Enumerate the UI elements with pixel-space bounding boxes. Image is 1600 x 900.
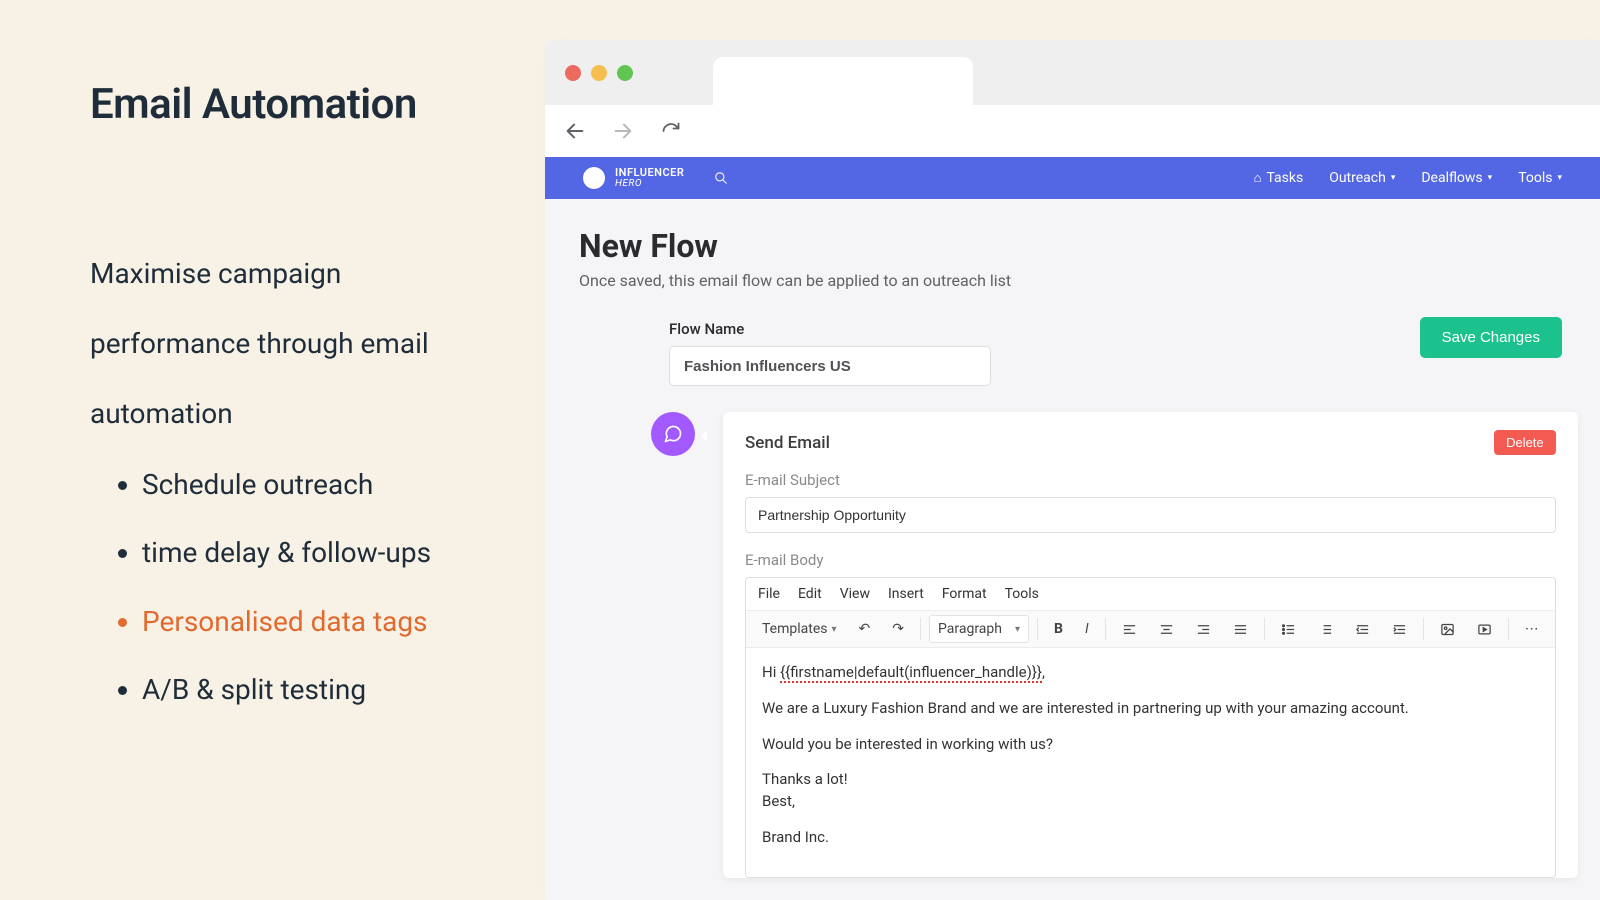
email-body-textarea[interactable]: Hi {{firstname|default(influencer_handle… — [746, 648, 1555, 877]
paragraph-dropdown[interactable]: Paragraph — [929, 615, 1029, 643]
flow-name-input[interactable] — [669, 346, 991, 386]
nav-tasks[interactable]: ⌂ Tasks — [1254, 170, 1304, 186]
nav-label: Dealflows — [1421, 170, 1482, 186]
editor-menubar: File Edit View Insert Format Tools — [746, 578, 1555, 611]
data-tag: {{firstname|default(influencer_handle)}} — [780, 663, 1042, 683]
chevron-down-icon: ▾ — [1488, 173, 1493, 183]
align-right-icon[interactable] — [1188, 615, 1219, 643]
outdent-icon[interactable] — [1347, 615, 1378, 643]
page-subtitle: Once saved, this email flow can be appli… — [579, 271, 1566, 290]
app-navbar: INFLUENCER HERO ⌂ Tasks Outreach ▾ Dealfl… — [545, 157, 1600, 199]
url-bar[interactable] — [705, 115, 1584, 148]
nav-label: Tools — [1518, 170, 1552, 186]
marketing-heading: Email Automation — [90, 80, 495, 129]
body-label: E-mail Body — [745, 551, 1556, 569]
body-greeting-suffix: , — [1042, 663, 1045, 681]
menu-insert[interactable]: Insert — [888, 586, 924, 602]
menu-format[interactable]: Format — [942, 586, 987, 602]
chat-step-icon[interactable] — [651, 412, 695, 456]
body-line: Best, — [762, 792, 795, 810]
maximize-icon[interactable] — [617, 65, 633, 81]
back-icon[interactable] — [561, 117, 589, 145]
feature-item: Schedule outreach — [142, 467, 495, 503]
delete-button[interactable]: Delete — [1494, 430, 1556, 455]
tasks-icon: ⌂ — [1254, 170, 1262, 186]
nav-dealflows[interactable]: Dealflows ▾ — [1421, 170, 1492, 186]
flow-name-label: Flow Name — [669, 320, 991, 338]
body-paragraph: Would you be interested in working with … — [762, 734, 1539, 756]
body-line: Thanks a lot! — [762, 770, 848, 788]
marketing-subhead: Maximise campaign performance through em… — [90, 239, 495, 449]
send-email-card: Send Email Delete E-mail Subject E-mail … — [723, 412, 1578, 878]
nav-label: Outreach — [1329, 170, 1386, 186]
italic-icon[interactable]: I — [1077, 615, 1097, 643]
body-paragraph: We are a Luxury Fashion Brand and we are… — [762, 698, 1539, 720]
number-list-icon[interactable] — [1310, 615, 1341, 643]
menu-view[interactable]: View — [840, 586, 870, 602]
chevron-down-icon: ▾ — [1557, 173, 1562, 183]
feature-item-active: Personalised data tags — [142, 604, 495, 640]
bold-icon[interactable]: B — [1046, 615, 1071, 643]
rich-text-editor: File Edit View Insert Format Tools Templ… — [745, 577, 1556, 878]
nav-tools[interactable]: Tools ▾ — [1518, 170, 1562, 186]
card-title: Send Email — [745, 433, 830, 453]
indent-icon[interactable] — [1384, 615, 1415, 643]
align-left-icon[interactable] — [1114, 615, 1145, 643]
bullet-list-icon[interactable] — [1273, 615, 1304, 643]
feature-item: time delay & follow-ups — [142, 535, 495, 571]
close-icon[interactable] — [565, 65, 581, 81]
save-changes-button[interactable]: Save Changes — [1420, 317, 1562, 358]
browser-window: INFLUENCER HERO ⌂ Tasks Outreach ▾ Dealfl… — [545, 40, 1600, 900]
undo-icon[interactable]: ↶ — [851, 615, 879, 643]
body-greeting-prefix: Hi — [762, 663, 780, 681]
menu-edit[interactable]: Edit — [798, 586, 822, 602]
search-icon[interactable] — [714, 171, 728, 185]
align-justify-icon[interactable] — [1225, 615, 1256, 643]
menu-tools[interactable]: Tools — [1005, 586, 1039, 602]
redo-icon[interactable]: ↷ — [884, 615, 912, 643]
logo-line2: HERO — [615, 179, 684, 190]
feature-list: Schedule outreach time delay & follow-up… — [90, 467, 495, 709]
feature-item: A/B & split testing — [142, 672, 495, 708]
reload-icon[interactable] — [657, 117, 685, 145]
nav-outreach[interactable]: Outreach ▾ — [1329, 170, 1395, 186]
app-logo[interactable]: INFLUENCER HERO — [583, 167, 684, 189]
browser-toolbar — [545, 105, 1600, 157]
logo-line1: INFLUENCER — [615, 167, 684, 179]
video-icon[interactable] — [1469, 615, 1500, 643]
browser-titlebar — [545, 40, 1600, 105]
align-center-icon[interactable] — [1151, 615, 1182, 643]
subject-label: E-mail Subject — [745, 471, 1556, 489]
forward-icon[interactable] — [609, 117, 637, 145]
nav-label: Tasks — [1266, 170, 1303, 186]
logo-icon — [583, 167, 605, 189]
editor-toolbar: Templates ↶ ↷ Paragraph B I — [746, 611, 1555, 648]
body-signature: Brand Inc. — [762, 827, 1539, 849]
email-subject-input[interactable] — [745, 497, 1556, 533]
templates-dropdown[interactable]: Templates — [754, 615, 845, 643]
more-icon[interactable]: ⋯ — [1517, 615, 1547, 643]
page-title: New Flow — [579, 227, 1566, 265]
chevron-down-icon: ▾ — [1391, 173, 1396, 183]
image-icon[interactable] — [1432, 615, 1463, 643]
menu-file[interactable]: File — [758, 586, 780, 602]
logo-text: INFLUENCER HERO — [615, 167, 684, 189]
minimize-icon[interactable] — [591, 65, 607, 81]
browser-tab[interactable] — [713, 57, 973, 105]
